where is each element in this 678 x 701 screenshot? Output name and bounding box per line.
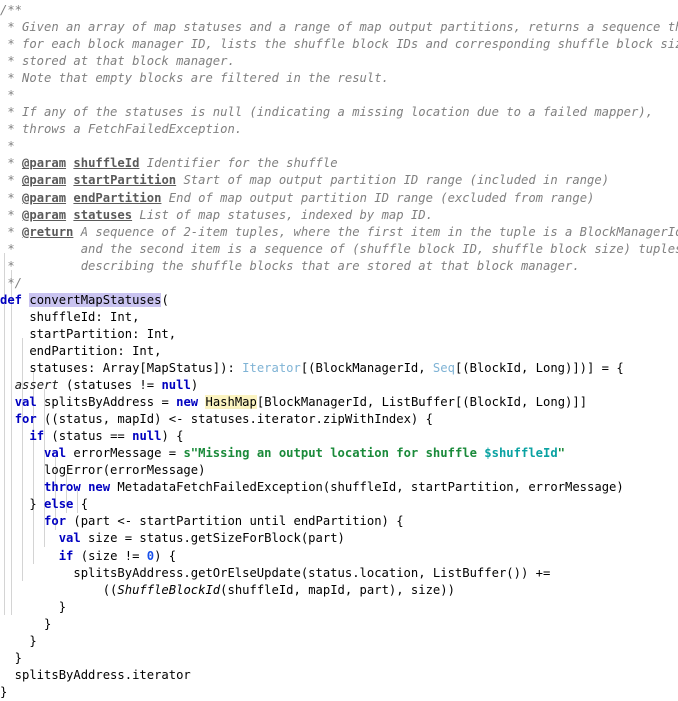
keyword-new: new [88, 480, 111, 495]
code-line: * [0, 88, 15, 103]
code-line: assert (statuses != null) [14, 378, 199, 393]
code-line: ((ShuffleBlockId(shuffleId, mapId, part)… [0, 582, 455, 597]
code-line: throw new MetadataFetchFailedException(s… [44, 480, 624, 495]
keyword-assert: assert [14, 378, 59, 393]
code-line: if (size != 0) { [58, 548, 177, 563]
keyword-def: def [0, 292, 23, 307]
keyword-if: if [58, 548, 74, 563]
code-line: * @param statuses List of map statuses, … [0, 207, 433, 222]
keyword-throw: throw [44, 480, 81, 495]
javadoc-param-name: shuffleId [73, 156, 140, 171]
code-line: } [0, 633, 37, 648]
keyword-new: new [176, 395, 199, 410]
type-seq: Seq [432, 360, 455, 375]
keyword-null: null [132, 429, 162, 444]
code-line: } [0, 684, 8, 699]
code-line: val splitsByAddress = new HashMap[BlockM… [14, 395, 588, 410]
code-line: * and the second item is a sequence of (… [0, 241, 678, 256]
code-line: } [0, 599, 67, 614]
keyword-val: val [44, 446, 67, 461]
code-line: * for each block manager ID, lists the s… [0, 37, 678, 52]
keyword-val: val [58, 531, 81, 546]
code-line: /** [0, 3, 23, 17]
javadoc-param-name: statuses [73, 207, 133, 222]
keyword-if: if [29, 429, 45, 444]
code-line: splitsByAddress.getOrElseUpdate(status.l… [0, 565, 551, 580]
code-line: * throws a FetchFailedException. [0, 122, 243, 137]
code-line: } [0, 650, 23, 665]
keyword-null: null [161, 378, 191, 393]
code-line: startPartition: Int, [0, 326, 177, 341]
code-line: if (status == null) { [29, 429, 184, 444]
code-line: * Note that empty blocks are filtered in… [0, 71, 389, 86]
code-line: val errorMessage = s"Missing an output l… [44, 446, 566, 461]
code-line: * @return A sequence of 2-item tuples, w… [0, 224, 678, 239]
code-line: } else { [0, 497, 89, 512]
code-line: endPartition: Int, [0, 343, 162, 358]
type-shuffleblockid: ShuffleBlockId [117, 582, 221, 597]
source-code[interactable]: /** * Given an array of map statuses and… [0, 0, 678, 701]
javadoc-param-name: endPartition [73, 190, 162, 205]
numeric-literal: 0 [146, 548, 155, 563]
code-line: * @param endPartition End of map output … [0, 190, 595, 205]
javadoc-tag-param: @param [22, 207, 67, 222]
code-line: * stored at that block manager. [0, 54, 235, 69]
code-line: shuffleId: Int, [0, 309, 140, 324]
type-iterator: Iterator [242, 360, 301, 375]
code-line: } [0, 616, 52, 631]
code-line: statuses: Array[MapStatus]): Iterator[(B… [0, 360, 624, 375]
method-name-convertmapstatuses: convertMapStatuses [29, 292, 162, 307]
string-literal: s"Missing an output location for shuffle [183, 446, 485, 461]
code-line: splitsByAddress.iterator [0, 667, 191, 682]
code-line: * @param startPartition Start of map out… [0, 173, 610, 188]
keyword-val: val [14, 395, 37, 410]
keyword-for: for [44, 514, 67, 529]
keyword-for: for [14, 412, 37, 427]
code-line: logError(errorMessage) [0, 463, 206, 478]
code-line: */ [0, 275, 23, 290]
code-line: * If any of the statuses is null (indica… [0, 105, 654, 120]
code-line: val size = status.getSizeForBlock(part) [58, 531, 345, 546]
keyword-else: else [44, 497, 74, 512]
code-line: * @param shuffleId Identifier for the sh… [0, 156, 338, 171]
code-editor-pane[interactable]: /** * Given an array of map statuses and… [0, 0, 678, 699]
code-line: * describing the shuffle blocks that are… [0, 258, 580, 273]
string-interpolation: $shuffleId [484, 446, 558, 461]
code-line: for (part <- startPartition until endPar… [44, 514, 404, 529]
javadoc-tag-return: @return [22, 224, 74, 239]
code-line: * Given an array of map statuses and a r… [0, 20, 678, 35]
javadoc-tag-param: @param [22, 173, 67, 188]
code-line: for ((status, mapId) <- statuses.iterato… [14, 412, 433, 427]
type-hashmap: HashMap [205, 395, 257, 410]
code-line: * [0, 139, 15, 154]
javadoc-tag-param: @param [22, 190, 67, 205]
code-line: def convertMapStatuses( [0, 292, 169, 307]
javadoc-param-name: startPartition [73, 173, 177, 188]
javadoc-tag-param: @param [22, 156, 67, 171]
